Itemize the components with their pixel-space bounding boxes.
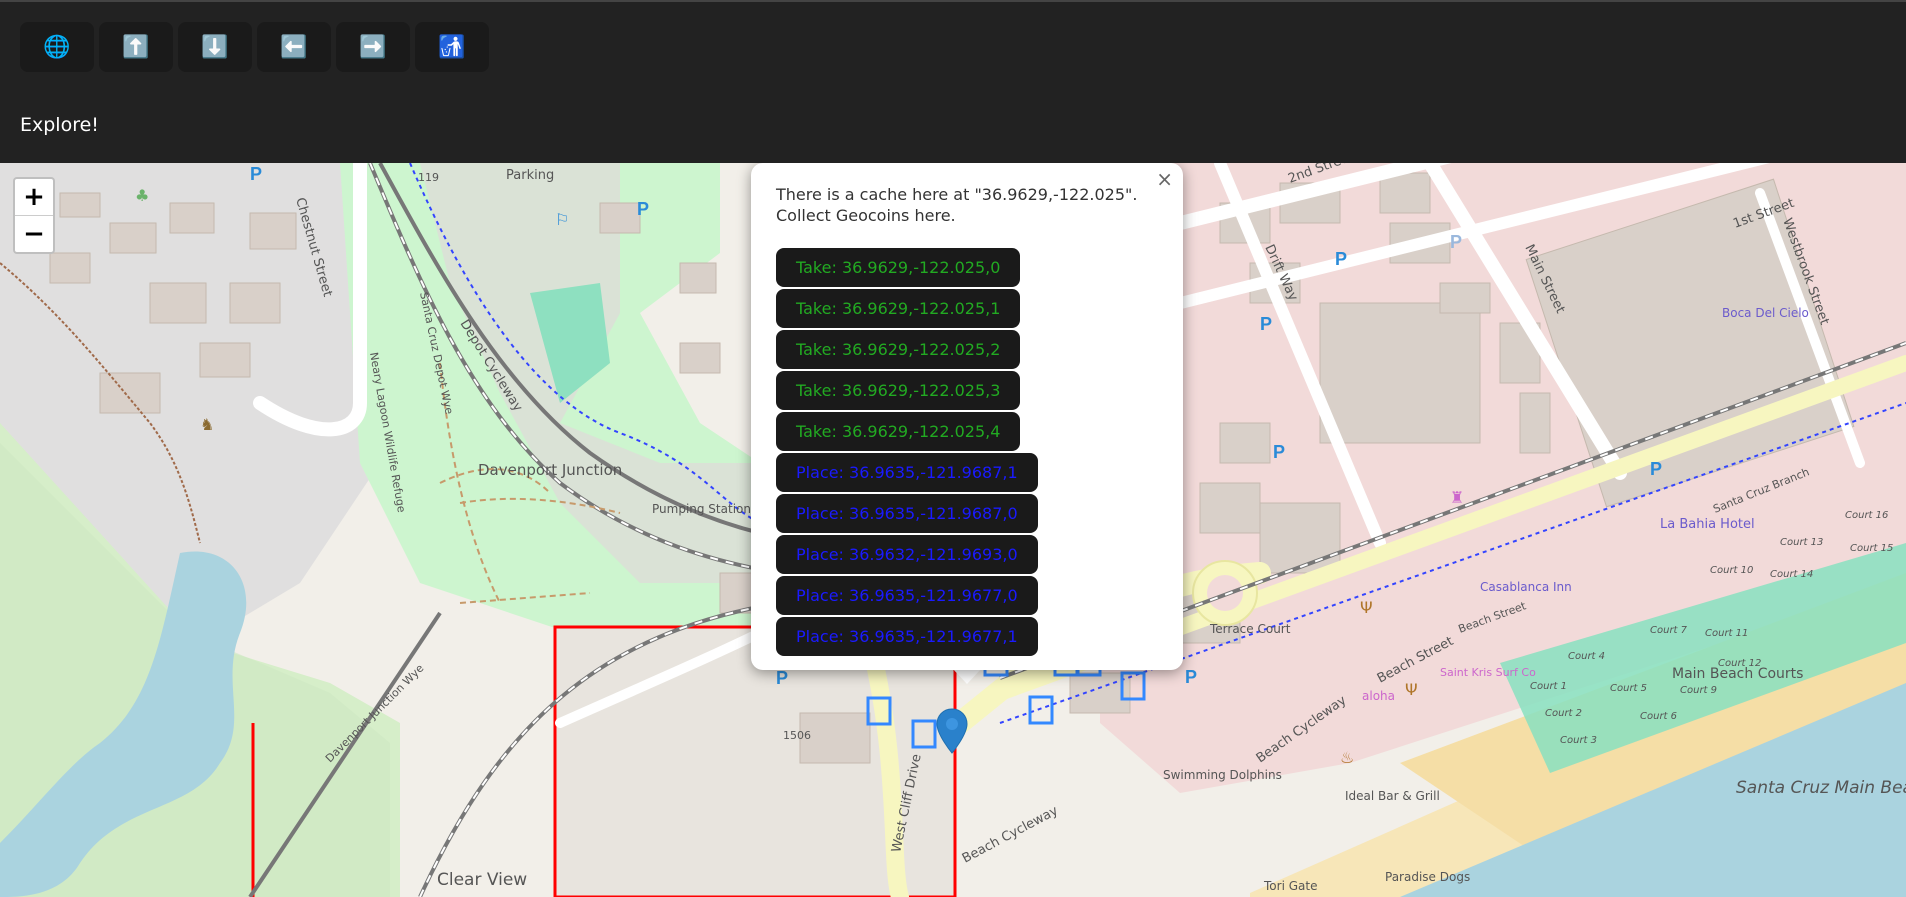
place-coin-button[interactable]: Place: 36.9635,-121.9687,1 [776,453,1038,492]
svg-text:Ψ: Ψ [1405,680,1418,699]
arrow-up-icon: ⬆️ [122,34,150,60]
move-up-button[interactable]: ⬆️ [99,22,173,72]
map-label-court-16: Court 16 [1845,510,1888,521]
map-label-clear-view: Clear View [437,870,527,890]
popup-tip [952,668,982,684]
location-marker-icon[interactable] [936,708,968,754]
place-coin-button[interactable]: Place: 36.9635,-121.9677,1 [776,617,1038,656]
svg-text:♣: ♣ [135,186,149,205]
map-label-court-14: Court 14 [1770,569,1813,580]
map-label-court-10: Court 10 [1710,565,1753,576]
map-label-davenport-junction: Davenport Junction [478,461,622,479]
svg-text:P: P [1260,314,1272,334]
map-label-boca-del-cielo: Boca Del Cielo [1722,306,1809,320]
move-left-button[interactable]: ⬅️ [257,22,331,72]
map-label-la-bahia: La Bahia Hotel [1660,517,1755,532]
arrow-left-icon: ⬅️ [280,34,308,60]
cache-popup: × There is a cache here at "36.9629,-122… [751,163,1183,670]
map-label-court-2: Court 2 [1545,708,1582,719]
place-coin-button[interactable]: Place: 36.9635,-121.9677,0 [776,576,1038,615]
map-label-court-6: Court 6 [1640,711,1677,722]
map-label-santa-cruz-main-beach: Santa Cruz Main Beach [1736,778,1906,798]
map[interactable]: P P P P P P P P P P ♣ ♞ ⚐ ♜ ♜ ♨ Ψ Ψ Ches… [0,163,1906,897]
map-label-court-9: Court 9 [1680,685,1717,696]
zoom-control: + − [13,177,55,254]
map-label-119: 119 [418,171,439,184]
map-label-1506: 1506 [783,729,811,742]
toolbar: 🌐 ⬆️ ⬇️ ⬅️ ➡️ 🚮 [20,22,489,72]
take-coin-button[interactable]: Take: 36.9629,-122.025,0 [776,248,1021,287]
map-label-court-4: Court 4 [1568,651,1605,662]
popup-message: There is a cache here at "36.9629,-122.0… [776,185,1138,225]
map-label-court-3: Court 3 [1560,735,1597,746]
globe-button[interactable]: 🌐 [20,22,94,72]
map-label-court-7: Court 7 [1650,625,1688,636]
map-label-ideal-bar: Ideal Bar & Grill [1345,789,1440,803]
move-down-button[interactable]: ⬇️ [178,22,252,72]
map-label-court-1: Court 1 [1530,681,1567,692]
svg-text:P: P [1335,249,1347,269]
map-label-terrace-court: Terrace Court [1209,622,1291,636]
reset-button[interactable]: 🚮 [415,22,489,72]
litter-bin-icon: 🚮 [438,34,466,60]
map-label-court-5: Court 5 [1610,683,1647,694]
globe-icon: 🌐 [43,34,71,60]
coin-button-list: Take: 36.9629,-122.025,0 Take: 36.9629,-… [776,248,1038,658]
svg-text:P: P [1650,459,1662,479]
svg-text:P: P [637,199,649,219]
move-right-button[interactable]: ➡️ [336,22,410,72]
svg-text:⚐: ⚐ [555,210,569,229]
popup-close-button[interactable]: × [1156,167,1173,191]
map-label-swimming-dolphins: Swimming Dolphins [1163,768,1282,782]
map-label-court-12: Court 12 [1718,658,1761,669]
take-coin-button[interactable]: Take: 36.9629,-122.025,1 [776,289,1021,328]
map-label-pumping-station: Pumping Station [652,502,751,516]
svg-text:♨: ♨ [1340,748,1354,767]
arrow-right-icon: ➡️ [359,34,387,60]
svg-text:P: P [1450,232,1462,252]
place-coin-button[interactable]: Place: 36.9632,-121.9693,0 [776,535,1038,574]
arrow-down-icon: ⬇️ [201,34,229,60]
svg-text:Ψ: Ψ [1360,598,1373,617]
map-label-court-13: Court 13 [1780,537,1823,548]
map-label-parking: Parking [506,168,554,183]
svg-text:♞: ♞ [200,415,214,434]
map-label-paradise-dogs: Paradise Dogs [1385,870,1470,884]
zoom-out-button[interactable]: − [15,215,53,252]
svg-text:♜: ♜ [1450,488,1464,507]
window-top-edge [0,0,1906,2]
map-label-casablanca: Casablanca Inn [1480,580,1572,594]
svg-text:P: P [1273,442,1285,462]
svg-text:P: P [1185,667,1197,687]
svg-text:P: P [250,164,262,184]
svg-text:P: P [776,668,788,688]
map-label-court-15: Court 15 [1850,543,1893,554]
map-label-aloha: aloha [1362,689,1395,703]
map-label-court-11: Court 11 [1705,628,1748,639]
map-label-tori-gate: Tori Gate [1263,879,1317,893]
map-label-saint-kris: Saint Kris Surf Co [1440,666,1536,679]
take-coin-button[interactable]: Take: 36.9629,-122.025,3 [776,371,1021,410]
status-text: Explore! [20,114,99,136]
take-coin-button[interactable]: Take: 36.9629,-122.025,4 [776,412,1021,451]
place-coin-button[interactable]: Place: 36.9635,-121.9687,0 [776,494,1038,533]
zoom-in-button[interactable]: + [15,179,53,215]
take-coin-button[interactable]: Take: 36.9629,-122.025,2 [776,330,1021,369]
